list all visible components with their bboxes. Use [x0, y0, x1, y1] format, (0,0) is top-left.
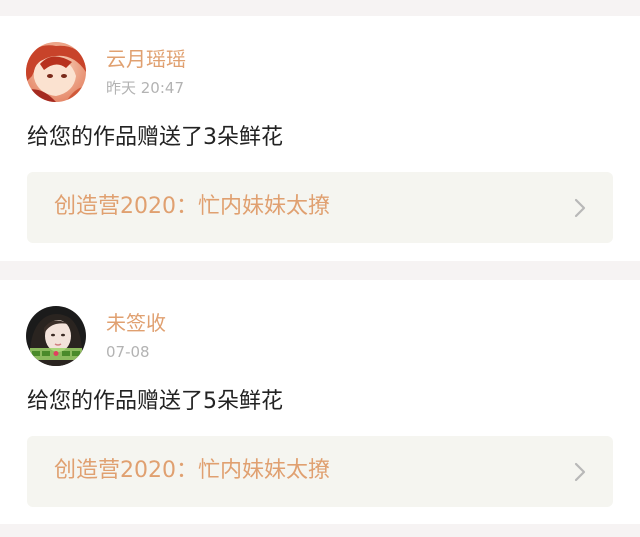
- chevron-right-icon: [573, 197, 587, 219]
- gift-notification-feed: 云月瑶瑶 昨天 20:47 给您的作品赠送了3朵鲜花 创造营2020：忙内妹妹太…: [0, 0, 640, 537]
- timestamp: 07-08: [106, 343, 150, 361]
- gift-message: 给您的作品赠送了3朵鲜花: [27, 125, 283, 150]
- work-link[interactable]: 创造营2020：忙内妹妹太撩: [27, 172, 613, 243]
- chevron-right-icon: [573, 461, 587, 483]
- username[interactable]: 云月瑶瑶: [106, 46, 186, 72]
- notification-card: 云月瑶瑶 昨天 20:47 给您的作品赠送了3朵鲜花 创造营2020：忙内妹妹太…: [0, 16, 640, 261]
- work-link[interactable]: 创造营2020：忙内妹妹太撩: [27, 436, 613, 507]
- username[interactable]: 未签收: [106, 310, 166, 336]
- work-title: 创造营2020：忙内妹妹太撩: [54, 194, 330, 219]
- gift-message: 给您的作品赠送了5朵鲜花: [27, 389, 283, 414]
- work-title: 创造营2020：忙内妹妹太撩: [54, 458, 330, 483]
- avatar-anime-character-icon: [26, 42, 86, 102]
- avatar-girl-photo-icon: [26, 306, 86, 366]
- timestamp: 昨天 20:47: [106, 79, 184, 97]
- notification-card: 未签收 07-08 给您的作品赠送了5朵鲜花 创造营2020：忙内妹妹太撩: [0, 280, 640, 524]
- avatar[interactable]: [26, 42, 86, 102]
- avatar[interactable]: [26, 306, 86, 366]
